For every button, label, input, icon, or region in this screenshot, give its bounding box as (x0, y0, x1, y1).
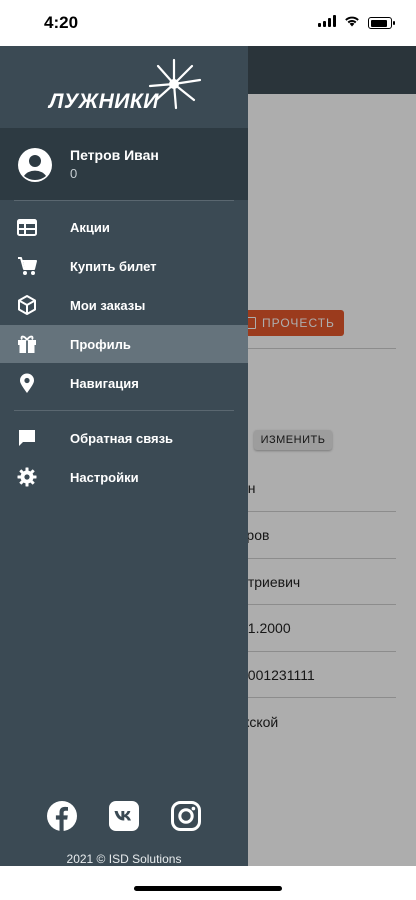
avatar-icon (18, 148, 52, 182)
user-points: 0 (70, 166, 78, 181)
wifi-icon (344, 14, 360, 32)
menu-item-label: Профиль (70, 336, 131, 352)
instagram-icon[interactable] (170, 800, 202, 832)
social-links (0, 800, 248, 836)
menu-item-label: Купить билет (70, 258, 157, 274)
divider (14, 200, 234, 201)
gear-icon (17, 467, 37, 487)
calendar-icon (17, 219, 37, 236)
battery-icon (368, 17, 395, 29)
chat-icon (19, 430, 35, 446)
menu-item-label: Обратная связь (70, 430, 174, 446)
user-name: Петров Иван (70, 147, 159, 163)
menu-item-label: Навигация (70, 375, 139, 391)
divider (14, 410, 234, 411)
menu-item-buy-ticket[interactable]: Купить билет (0, 247, 248, 285)
menu-item-settings[interactable]: Настройки (0, 458, 248, 496)
home-indicator[interactable] (134, 886, 282, 891)
menu-item-feedback[interactable]: Обратная связь (0, 419, 248, 457)
menu-item-label: Мои заказы (70, 297, 146, 313)
package-icon (18, 295, 36, 315)
copyright: 2021 © ISD Solutions (66, 852, 182, 866)
cart-icon (18, 257, 37, 275)
navigation-drawer: ЛУЖНИКИ Петров Иван 0 Акции Купить билет… (0, 46, 248, 866)
vk-icon[interactable] (108, 800, 140, 832)
menu-item-my-orders[interactable]: Мои заказы (0, 286, 248, 324)
signal-icon (318, 14, 336, 32)
gift-icon (18, 335, 36, 353)
logo-area: ЛУЖНИКИ (0, 46, 248, 128)
user-header[interactable]: Петров Иван 0 (0, 128, 248, 200)
menu-item-profile[interactable]: Профиль (0, 325, 248, 363)
logo-mark-icon (148, 58, 202, 110)
status-icons (318, 14, 395, 32)
status-time: 4:20 (44, 13, 79, 32)
status-bar: 4:20 (0, 0, 416, 46)
menu-item-label: Акции (70, 219, 110, 235)
facebook-icon[interactable] (46, 800, 78, 832)
battery-level (370, 19, 387, 27)
location-pin-icon (20, 373, 34, 393)
logo-text: ЛУЖНИКИ (49, 90, 159, 113)
menu-item-promotions[interactable]: Акции (0, 208, 248, 246)
menu-item-label: Настройки (70, 469, 139, 485)
home-indicator-bar (0, 866, 416, 900)
menu-item-navigation[interactable]: Навигация (0, 364, 248, 402)
